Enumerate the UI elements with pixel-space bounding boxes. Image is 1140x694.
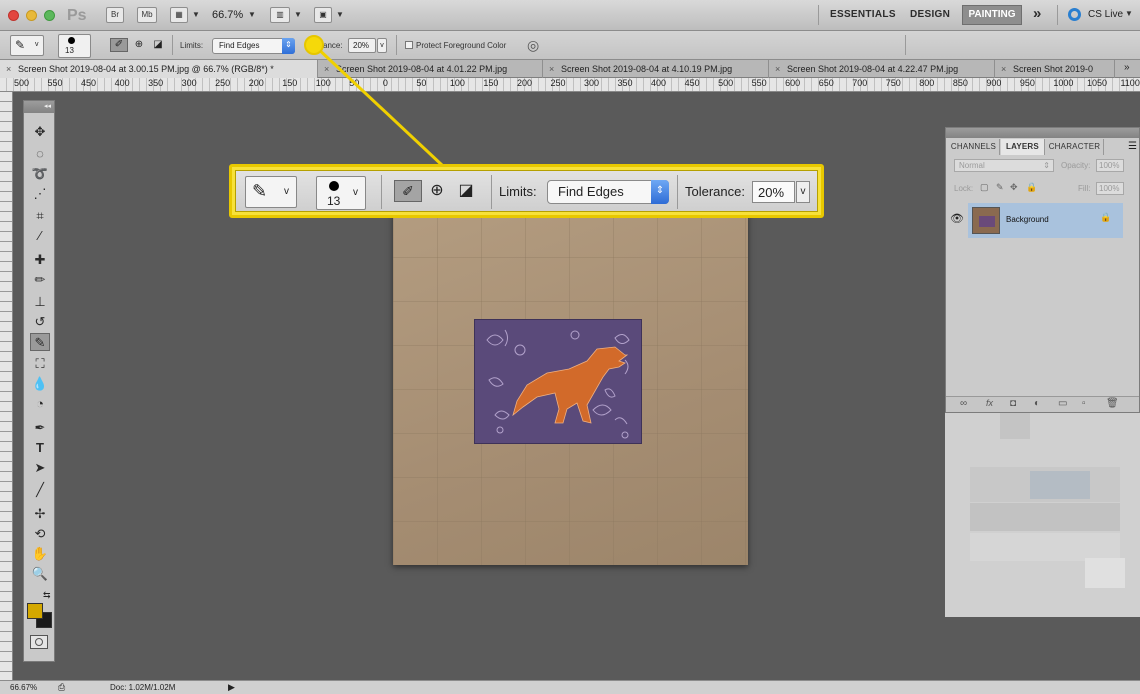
divider	[491, 175, 492, 209]
sampling-once-icon[interactable]: ⊕	[425, 180, 449, 202]
select-arrows-icon: ⇕	[651, 180, 669, 204]
layer-row-background[interactable]: Background 🔒	[968, 203, 1123, 238]
panel-menu-icon[interactable]: ☰	[1128, 141, 1137, 152]
divider	[381, 175, 382, 209]
layers-panel-footer: ∞ fx ◘ ◐ ▭ ▫ 🗑	[946, 396, 1139, 412]
lock-position-icon[interactable]: ✥	[1010, 182, 1018, 193]
blurred-panel-area	[945, 413, 1140, 617]
limits-select-enlarged[interactable]: Find Edges ⇕	[547, 180, 669, 204]
sampling-background-swatch-icon[interactable]: ◪	[454, 180, 478, 202]
status-doc-size: Doc: 1.02M/1.02M	[110, 683, 176, 692]
blend-mode-value: Normal	[959, 161, 985, 170]
layer-thumbnail	[972, 207, 1000, 234]
opacity-value: 100%	[1099, 161, 1120, 170]
opacity-label: Opacity:	[1061, 161, 1091, 170]
layer-lock-icon: 🔒	[1100, 212, 1112, 222]
brush-dot-icon	[329, 181, 339, 191]
blurred-block	[970, 503, 1120, 531]
chevron-down-icon: v	[284, 186, 289, 197]
tolerance-dropdown-button[interactable]: v	[796, 181, 810, 203]
blend-mode-select[interactable]: Normal ⇕	[954, 159, 1054, 172]
link-layers-icon[interactable]: ∞	[960, 398, 967, 409]
layer-visibility-eye-icon[interactable]: 👁	[950, 212, 964, 225]
lock-all-icon[interactable]: 🔒	[1026, 182, 1037, 193]
blurred-block	[1085, 558, 1125, 588]
layer-thumbnail-art	[979, 216, 995, 227]
add-mask-icon[interactable]: ◘	[1010, 398, 1016, 409]
lock-pixels-icon[interactable]: ✎	[996, 182, 1004, 193]
tool-preset-picker-enlarged[interactable]: ✎ v	[245, 176, 297, 208]
chevron-down-icon: v	[800, 186, 806, 197]
fill-label: Fill:	[1078, 184, 1091, 193]
limits-label: Limits:	[499, 184, 537, 199]
fill-value: 100%	[1099, 184, 1120, 193]
blurred-block	[970, 533, 1120, 561]
tab-channels[interactable]: CHANNELS	[948, 139, 1000, 155]
divider	[677, 175, 678, 209]
callout-inner: ✎ v 13 v ✐ ⊕ ◪ Limits: Find Edges ⇕ Tole…	[235, 170, 818, 212]
callout-marker	[304, 35, 324, 55]
tab-layers[interactable]: LAYERS	[1001, 139, 1045, 155]
foreground-color-swatch[interactable]	[27, 603, 43, 619]
lock-transparency-icon[interactable]: ▢	[980, 182, 989, 193]
status-bar: 66.67% ⎙ Doc: 1.02M/1.02M ▶	[0, 680, 1140, 694]
blurred-block	[1000, 413, 1030, 439]
opacity-input[interactable]: 100%	[1096, 159, 1124, 172]
tolerance-value: 20%	[758, 185, 785, 200]
layer-name: Background	[1006, 215, 1049, 224]
blurred-block	[1030, 471, 1090, 499]
status-export-icon[interactable]: ⎙	[58, 681, 65, 694]
chevron-down-icon: v	[353, 187, 358, 198]
delete-layer-icon[interactable]: 🗑	[1106, 398, 1119, 409]
select-arrows-icon: ⇕	[1043, 161, 1050, 170]
panel-header[interactable]	[946, 128, 1139, 138]
lock-label: Lock:	[954, 184, 974, 193]
new-group-icon[interactable]: ▭	[1058, 398, 1067, 409]
fill-input[interactable]: 100%	[1096, 182, 1124, 195]
status-zoom[interactable]: 66.67%	[10, 681, 37, 694]
layer-style-icon[interactable]: fx	[986, 398, 993, 408]
adjustment-layer-icon[interactable]: ◐	[1034, 398, 1040, 409]
options-bar-zoom-callout: ✎ v 13 v ✐ ⊕ ◪ Limits: Find Edges ⇕ Tole…	[229, 164, 824, 218]
new-layer-icon[interactable]: ▫	[1082, 398, 1086, 409]
tab-character[interactable]: CHARACTER	[1046, 139, 1104, 155]
status-menu-arrow-icon[interactable]: ▶	[228, 681, 235, 694]
sampling-continuous-icon[interactable]: ✐	[394, 180, 422, 202]
limits-select-value: Find Edges	[558, 184, 624, 199]
layers-panel-group: CHANNELS LAYERS CHARACTER ☰ Normal ⇕ Opa…	[945, 127, 1140, 413]
brush-size-value: 13	[327, 194, 341, 208]
tolerance-label: Tolerance:	[685, 184, 745, 199]
background-eraser-icon: ✎	[252, 181, 268, 201]
brush-picker-enlarged[interactable]: 13 v	[316, 176, 366, 210]
tolerance-input-enlarged[interactable]: 20%	[752, 181, 795, 203]
